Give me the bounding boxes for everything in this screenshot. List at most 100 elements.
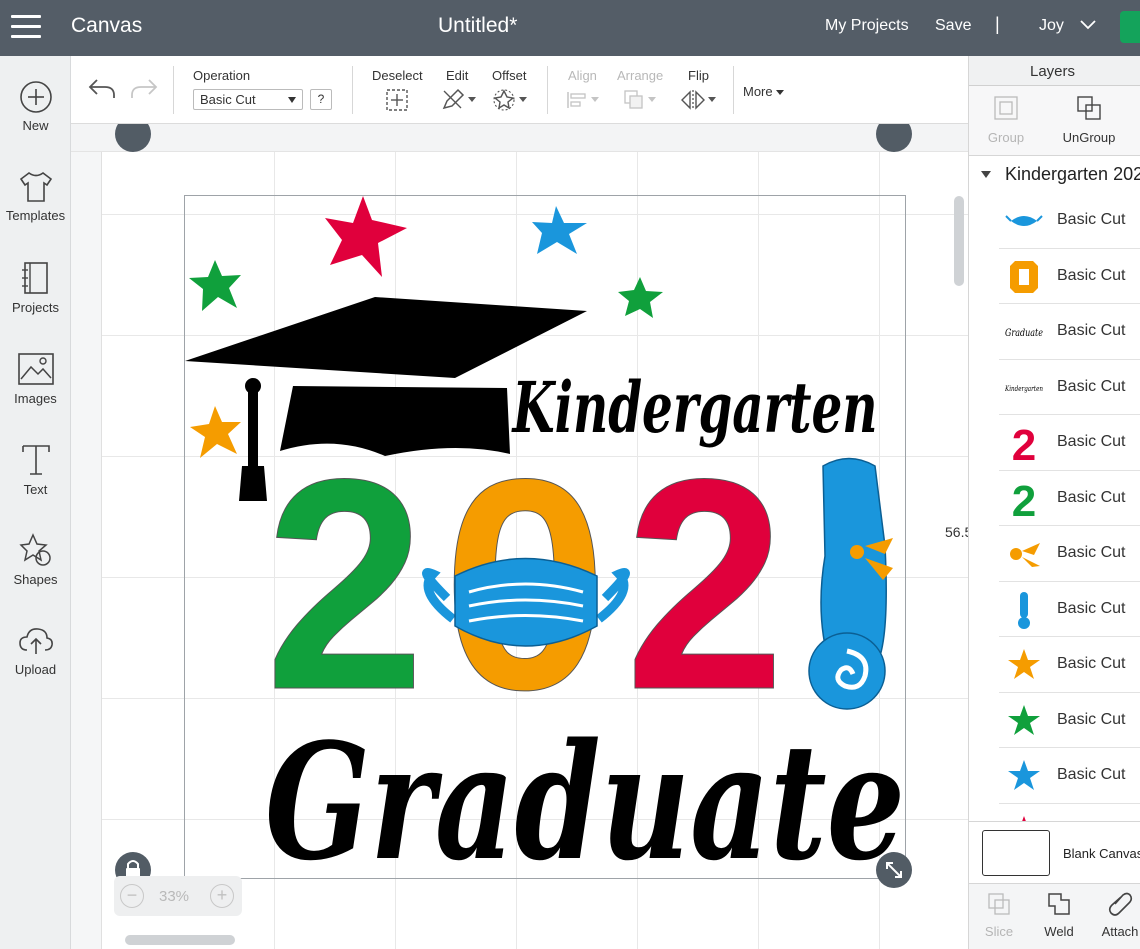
left-toolbar: New Templates Projects Images Text Shape… bbox=[0, 56, 71, 949]
flip-icon[interactable] bbox=[680, 88, 718, 112]
red-two-icon: 2 bbox=[1005, 423, 1043, 463]
layer-row[interactable]: Basic Cut bbox=[999, 637, 1140, 693]
group-label: Group bbox=[987, 130, 1025, 145]
toolbar-divider bbox=[547, 66, 548, 114]
weld-icon bbox=[1048, 893, 1070, 915]
text-button[interactable]: Text bbox=[0, 442, 71, 497]
edit-icon[interactable] bbox=[441, 88, 477, 112]
arrange-label: Arrange bbox=[617, 68, 664, 83]
cloud-upload-icon bbox=[18, 628, 53, 654]
ribbon-icon bbox=[1005, 534, 1043, 574]
deselect-label: Deselect bbox=[372, 68, 423, 83]
templates-button[interactable]: Templates bbox=[0, 170, 71, 223]
ungroup-label: UnGroup bbox=[1062, 130, 1116, 145]
selected-design[interactable]: 2 0 2 1 bbox=[184, 195, 906, 896]
caret-down-icon bbox=[288, 97, 296, 103]
red-star-icon bbox=[325, 196, 407, 277]
digit-2-green: 2 bbox=[265, 416, 425, 752]
attach-label: Attach bbox=[1101, 924, 1139, 939]
green-two-icon: 2 bbox=[1005, 479, 1043, 519]
attach-button[interactable]: Attach bbox=[1099, 890, 1140, 939]
layer-name: Basic Cut bbox=[1057, 266, 1126, 284]
red-star-icon bbox=[1005, 812, 1043, 821]
shapes-button[interactable]: Shapes bbox=[0, 532, 71, 587]
layers-panel: Layers Group UnGroup Kindergarten 2021 B… bbox=[968, 56, 1140, 949]
resize-handle-icon[interactable] bbox=[876, 852, 912, 888]
orange-star-icon bbox=[1005, 645, 1043, 685]
slice-icon bbox=[988, 893, 1010, 915]
save-button[interactable]: Save bbox=[935, 17, 971, 35]
my-projects-link[interactable]: My Projects bbox=[825, 17, 909, 35]
edit-toolbar: Operation Basic Cut ? Deselect Edit Offs… bbox=[71, 56, 968, 124]
nav-separator: | bbox=[995, 14, 1000, 34]
kindergarten-thumb-text: Kindergarten bbox=[1005, 383, 1043, 392]
redo-icon[interactable] bbox=[129, 76, 159, 102]
undo-icon[interactable] bbox=[87, 76, 117, 102]
graduate-text: Graduate bbox=[265, 708, 905, 880]
operation-help-button[interactable]: ? bbox=[310, 89, 332, 110]
layer-row[interactable]: 2 Basic Cut bbox=[999, 415, 1140, 471]
layer-row-partial[interactable] bbox=[999, 804, 1140, 821]
offset-label: Offset bbox=[492, 68, 527, 83]
ungroup-icon bbox=[1077, 96, 1101, 120]
blank-canvas-row[interactable]: Blank Canvas bbox=[969, 821, 1140, 883]
ungroup-button[interactable]: UnGroup bbox=[1059, 94, 1119, 145]
operation-select[interactable]: Basic Cut bbox=[193, 89, 303, 110]
layer-row[interactable]: Basic Cut bbox=[999, 693, 1140, 748]
notebook-icon bbox=[21, 262, 48, 294]
layer-row[interactable]: 2 Basic Cut bbox=[999, 471, 1140, 526]
layers-tab[interactable]: Layers bbox=[969, 56, 1140, 86]
layer-group-row[interactable]: Kindergarten 2021 bbox=[969, 156, 1140, 193]
zoom-in-button[interactable]: + bbox=[210, 884, 234, 908]
app-title: Canvas bbox=[71, 14, 143, 37]
layer-name: Basic Cut bbox=[1057, 655, 1126, 672]
layer-row[interactable]: Basic Cut bbox=[999, 526, 1140, 582]
edit-label: Edit bbox=[446, 68, 469, 83]
kindergarten-text: Kindergarten bbox=[511, 366, 877, 449]
caret-down-icon[interactable] bbox=[981, 171, 991, 178]
layer-row[interactable]: Basic Cut bbox=[999, 249, 1140, 304]
green-star-icon bbox=[618, 277, 663, 318]
horizontal-scrollbar[interactable] bbox=[125, 935, 235, 945]
toolbar-divider bbox=[733, 66, 734, 114]
group-button[interactable]: Group bbox=[983, 94, 1029, 145]
chevron-down-icon[interactable] bbox=[1079, 18, 1097, 32]
upload-button[interactable]: Upload bbox=[0, 624, 71, 677]
user-name[interactable]: Joy bbox=[1039, 17, 1064, 35]
cutting-mat-grid[interactable]: 2 0 2 1 bbox=[101, 152, 968, 949]
vertical-scrollbar[interactable] bbox=[954, 196, 964, 286]
layer-row[interactable]: Basic Cut bbox=[999, 748, 1140, 804]
layer-name: Basic Cut bbox=[1057, 211, 1126, 228]
shapes-label: Shapes bbox=[13, 572, 58, 587]
images-button[interactable]: Images bbox=[0, 351, 71, 406]
layers-tab-label: Layers bbox=[1030, 63, 1076, 80]
tassel-icon bbox=[239, 466, 267, 501]
layer-name: Basic Cut bbox=[1057, 599, 1126, 617]
text-label: Text bbox=[23, 482, 48, 497]
zoom-control: − 33% + bbox=[114, 876, 242, 916]
blue-star-icon bbox=[1005, 756, 1043, 796]
make-it-button[interactable] bbox=[1120, 11, 1140, 43]
layer-row[interactable]: Graduate Basic Cut bbox=[999, 304, 1140, 360]
layer-name: Basic Cut bbox=[1057, 322, 1126, 339]
slice-button[interactable]: Slice bbox=[981, 890, 1017, 939]
graduate-thumb-text: Graduate bbox=[1005, 327, 1043, 339]
offset-icon[interactable] bbox=[492, 88, 528, 112]
more-menu[interactable]: More bbox=[743, 84, 785, 99]
layer-row[interactable]: Basic Cut bbox=[999, 193, 1140, 249]
layer-row[interactable]: Kindergarten Basic Cut bbox=[999, 360, 1140, 415]
deselect-icon[interactable] bbox=[385, 88, 409, 112]
projects-button[interactable]: Projects bbox=[0, 260, 71, 315]
weld-label: Weld bbox=[1044, 924, 1074, 939]
layer-row[interactable]: Basic Cut bbox=[999, 582, 1140, 637]
blank-canvas-swatch[interactable] bbox=[982, 830, 1050, 876]
document-title[interactable]: Untitled* bbox=[438, 14, 517, 38]
new-button[interactable]: New bbox=[0, 80, 71, 133]
layer-group-name: Kindergarten 2021 bbox=[1005, 164, 1140, 184]
canvas-area[interactable]: 2 0 2 1 bbox=[71, 124, 968, 949]
weld-button[interactable]: Weld bbox=[1039, 890, 1079, 939]
layer-name: Basic Cut bbox=[1057, 544, 1126, 561]
hamburger-menu-icon[interactable] bbox=[11, 15, 41, 39]
zoom-out-button[interactable]: − bbox=[120, 884, 144, 908]
tshirt-icon bbox=[19, 172, 52, 202]
